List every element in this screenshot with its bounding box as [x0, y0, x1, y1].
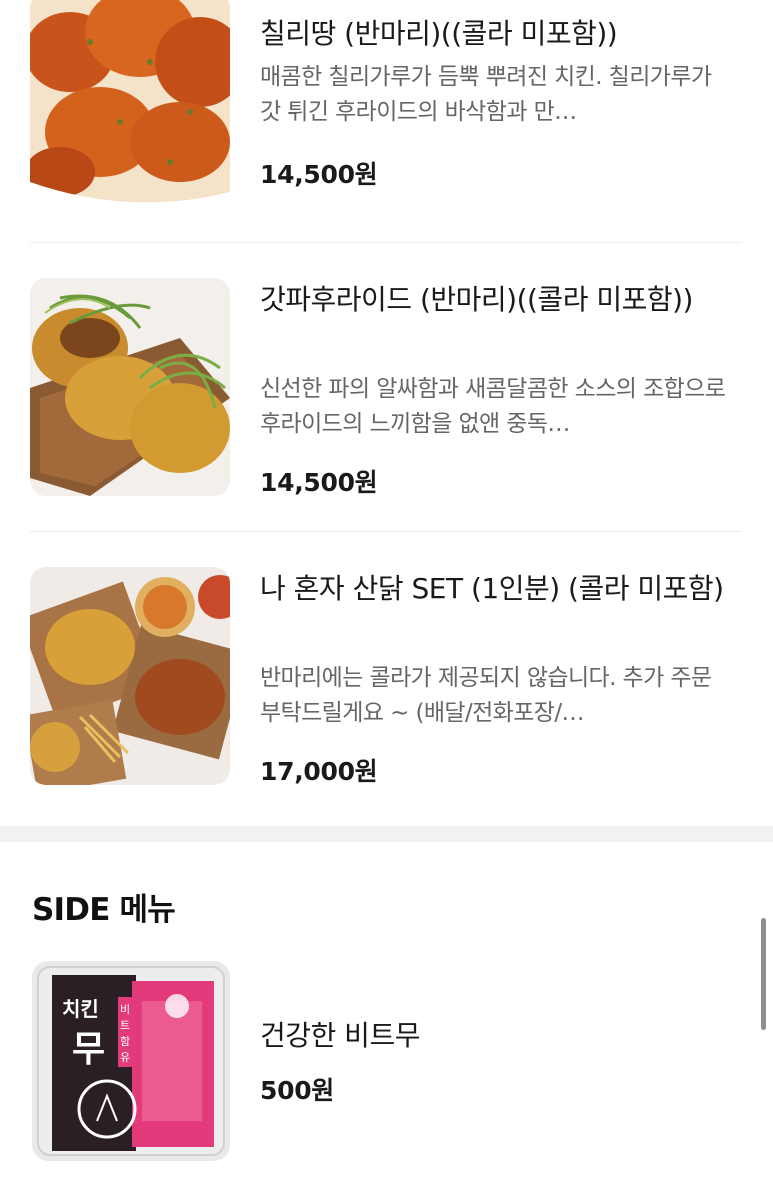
menu-item-solo-set[interactable]: 나 혼자 산닭 SET (1인분) (콜라 미포함) 반마리에는 콜라가 제공되…	[30, 567, 742, 787]
item-divider	[30, 242, 742, 243]
svg-text:함: 함	[120, 1035, 130, 1048]
menu-item-price: 14,500원	[260, 160, 378, 189]
svg-text:트: 트	[120, 1019, 130, 1032]
side-menu-section-title: SIDE 메뉴	[32, 892, 176, 928]
menu-item-image	[30, 567, 230, 785]
side-item-name: 건강한 비트무	[260, 1019, 420, 1052]
svg-text:무: 무	[72, 1029, 105, 1070]
menu-item-image	[30, 0, 230, 210]
side-item-price: 500원	[260, 1076, 334, 1105]
menu-item-description: 반마리에는 콜라가 제공되지 않습니다. 추가 주문 부탁드릴게요 ~ (배달/…	[260, 665, 712, 726]
item-divider	[30, 531, 742, 532]
menu-item-description: 매콤한 칠리가루가 듬뿍 뿌려진 치킨. 칠리가루가 갓 튀긴 후라이드의 바삭…	[260, 64, 712, 125]
pickled-radish-image: 치킨 무 비 트 함 유	[37, 966, 225, 1156]
section-separator	[0, 826, 773, 842]
side-item-beet-radish[interactable]: 치킨 무 비 트 함 유 건강한 비트무 500원	[30, 961, 742, 1161]
menu-item-name: 칠리땅 (반마리)((콜라 미포함))	[260, 17, 618, 50]
menu-item-price: 17,000원	[260, 757, 378, 786]
menu-item-description: 신선한 파의 알싸함과 새콤달콤한 소스의 조합으로 후라이드의 느끼함을 없앤…	[260, 376, 726, 437]
menu-item-image: 치킨 무 비 트 함 유	[32, 961, 230, 1161]
menu-item-price: 14,500원	[260, 468, 378, 497]
chicken-set-image	[30, 567, 230, 785]
menu-item-chili-ttang[interactable]: 칠리땅 (반마리)((콜라 미포함)) 매콤한 칠리가루가 듬뿍 뿌려진 치킨.…	[30, 0, 742, 215]
vertical-scrollbar[interactable]	[761, 918, 766, 1030]
svg-text:치킨: 치킨	[62, 997, 99, 1021]
menu-item-name: 갓파후라이드 (반마리)((콜라 미포함))	[260, 283, 694, 316]
menu-item-image	[30, 278, 230, 496]
menu-item-name: 나 혼자 산닭 SET (1인분) (콜라 미포함)	[260, 572, 724, 605]
fried-chicken-image	[30, 0, 230, 210]
green-onion-chicken-image	[30, 278, 230, 496]
svg-text:비: 비	[120, 1003, 130, 1016]
svg-text:유: 유	[120, 1051, 130, 1064]
menu-item-gatpa-fried[interactable]: 갓파후라이드 (반마리)((콜라 미포함)) 신선한 파의 알싸함과 새콤달콤한…	[30, 278, 742, 498]
